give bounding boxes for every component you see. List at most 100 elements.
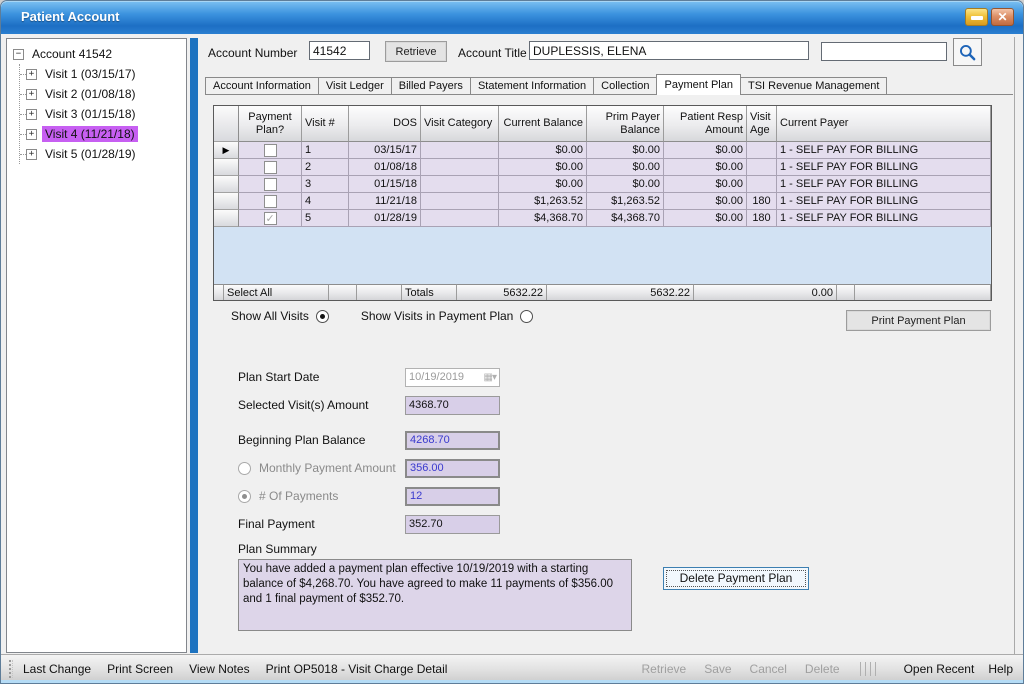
num-of-payments-field[interactable]: 12 (405, 487, 500, 506)
tree-visit-item[interactable]: + Visit 1 (03/15/17) (20, 64, 186, 84)
tree-visit-item[interactable]: + Visit 4 (11/21/18) (20, 124, 186, 144)
payment-plan-checkbox[interactable] (264, 178, 277, 191)
current-balance-total: 5632.22 (457, 284, 547, 300)
tab-payment-plan[interactable]: Payment Plan (656, 74, 740, 95)
payment-plan-checkbox[interactable] (264, 212, 277, 225)
footer-empty-cell (855, 284, 991, 300)
cell-current: $4,368.70 (499, 210, 587, 227)
tab-billed-payers[interactable]: Billed Payers (391, 77, 471, 94)
expand-icon[interactable]: + (26, 129, 37, 140)
tree-visit-label[interactable]: Visit 3 (01/15/18) (42, 106, 139, 122)
tab-tsi-revenue-management[interactable]: TSI Revenue Management (740, 77, 887, 94)
statusbar-action-save-disabled: Save (704, 662, 731, 676)
table-row[interactable]: 301/15/18$0.00$0.00$0.001 - SELF PAY FOR… (214, 176, 991, 193)
row-selector-cell[interactable] (214, 210, 239, 227)
window-titlebar[interactable]: Patient Account ✕ (1, 1, 1023, 34)
tab-statement-information[interactable]: Statement Information (470, 77, 594, 94)
tree-visit-item[interactable]: + Visit 3 (01/15/18) (20, 104, 186, 124)
tree-visit-label[interactable]: Visit 2 (01/08/18) (42, 86, 139, 102)
cell-resp: $0.00 (664, 142, 747, 159)
tree-visit-item[interactable]: + Visit 2 (01/08/18) (20, 84, 186, 104)
cell-dos: 11/21/18 (349, 193, 421, 210)
row-selector-cell[interactable]: ▶ (214, 142, 239, 159)
account-title-input[interactable] (529, 41, 809, 60)
tab-account-information[interactable]: Account Information (205, 77, 319, 94)
delete-payment-plan-button[interactable]: Delete Payment Plan (663, 567, 809, 590)
cell-payer: 1 - SELF PAY FOR BILLING (777, 159, 991, 176)
print-payment-plan-button[interactable]: Print Payment Plan (846, 310, 991, 331)
statusbar-action-last-change[interactable]: Last Change (23, 662, 91, 676)
cell-plan[interactable] (239, 176, 302, 193)
statusbar-action-view-notes[interactable]: View Notes (189, 662, 249, 676)
minimize-icon (971, 16, 983, 20)
statusbar-action-print-op5018-visit-charge-detail[interactable]: Print OP5018 - Visit Charge Detail (266, 662, 448, 676)
show-visits-in-plan-radio[interactable] (520, 310, 533, 323)
cell-payer: 1 - SELF PAY FOR BILLING (777, 142, 991, 159)
expand-icon[interactable]: + (26, 149, 37, 160)
row-selector-cell[interactable] (214, 159, 239, 176)
column-header-dos[interactable]: DOS (349, 106, 421, 142)
account-number-input[interactable] (309, 41, 370, 60)
cell-prim: $1,263.52 (587, 193, 664, 210)
cell-age (747, 159, 777, 176)
plan-start-date-picker[interactable]: 10/19/2019 ▦▾ (405, 368, 500, 387)
statusbar-action-print-screen[interactable]: Print Screen (107, 662, 173, 676)
payment-plan-checkbox[interactable] (264, 144, 277, 157)
statusbar-action-open-recent[interactable]: Open Recent (904, 662, 975, 676)
row-selector-cell[interactable] (214, 193, 239, 210)
tab-strip: Account InformationVisit LedgerBilled Pa… (205, 74, 1013, 95)
cell-plan[interactable] (239, 142, 302, 159)
cell-plan[interactable] (239, 193, 302, 210)
tree-visit-label[interactable]: Visit 5 (01/28/19) (42, 146, 139, 162)
table-row[interactable]: 411/21/18$1,263.52$1,263.52$0.001801 - S… (214, 193, 991, 210)
column-header-category[interactable]: Visit Category (421, 106, 499, 142)
search-button[interactable] (953, 38, 982, 66)
show-all-visits-radio[interactable] (316, 310, 329, 323)
num-of-payments-radio[interactable] (238, 490, 251, 503)
expand-icon[interactable]: + (26, 109, 37, 120)
payment-plan-checkbox[interactable] (264, 195, 277, 208)
expand-icon[interactable]: + (26, 69, 37, 80)
cell-current: $0.00 (499, 176, 587, 193)
tree-root-account[interactable]: − Account 41542 (7, 44, 186, 64)
monthly-payment-radio[interactable] (238, 462, 251, 475)
row-selector-cell[interactable] (214, 176, 239, 193)
expand-icon[interactable]: + (26, 89, 37, 100)
select-all-button[interactable]: Select All (224, 284, 329, 300)
column-header-prim[interactable]: Prim Payer Balance (587, 106, 664, 142)
column-header-age[interactable]: Visit Age (747, 106, 777, 142)
monthly-payment-amount-field[interactable]: 356.00 (405, 459, 500, 478)
plan-summary-label: Plan Summary (238, 542, 317, 556)
cell-current: $0.00 (499, 159, 587, 176)
beginning-plan-balance-field[interactable]: 4268.70 (405, 431, 500, 450)
tab-collection[interactable]: Collection (593, 77, 657, 94)
retrieve-button[interactable]: Retrieve (385, 41, 447, 62)
tree-visit-item[interactable]: + Visit 5 (01/28/19) (20, 144, 186, 164)
cell-prim: $0.00 (587, 176, 664, 193)
search-input[interactable] (821, 42, 947, 61)
tab-visit-ledger[interactable]: Visit Ledger (318, 77, 392, 94)
footer-empty-cell (357, 284, 402, 300)
column-header-plan[interactable]: Payment Plan? (239, 106, 302, 142)
tree-visit-label[interactable]: Visit 1 (03/15/17) (42, 66, 139, 82)
statusbar-action-help[interactable]: Help (988, 662, 1013, 676)
collapse-icon[interactable]: − (13, 49, 24, 60)
column-header-payer[interactable]: Current Payer (777, 106, 991, 142)
tree-root-label[interactable]: Account 41542 (29, 46, 115, 62)
minimize-button[interactable] (965, 8, 988, 26)
column-header-resp[interactable]: Patient Resp Amount (664, 106, 747, 142)
cell-plan[interactable] (239, 210, 302, 227)
payment-plan-checkbox[interactable] (264, 161, 277, 174)
cell-plan[interactable] (239, 159, 302, 176)
column-header-visit[interactable]: Visit # (302, 106, 349, 142)
panel-splitter[interactable] (190, 38, 198, 653)
cell-category (421, 210, 499, 227)
table-row[interactable]: ▶103/15/17$0.00$0.00$0.001 - SELF PAY FO… (214, 142, 991, 159)
close-button[interactable]: ✕ (991, 8, 1014, 26)
window-title: Patient Account (21, 9, 119, 24)
table-row[interactable]: 501/28/19$4,368.70$4,368.70$0.001801 - S… (214, 210, 991, 227)
table-row[interactable]: 201/08/18$0.00$0.00$0.001 - SELF PAY FOR… (214, 159, 991, 176)
status-bar: Last Change Print Screen View Notes Print O… (1, 654, 1023, 682)
tree-visit-label[interactable]: Visit 4 (11/21/18) (42, 126, 138, 142)
column-header-current[interactable]: Current Balance (499, 106, 587, 142)
